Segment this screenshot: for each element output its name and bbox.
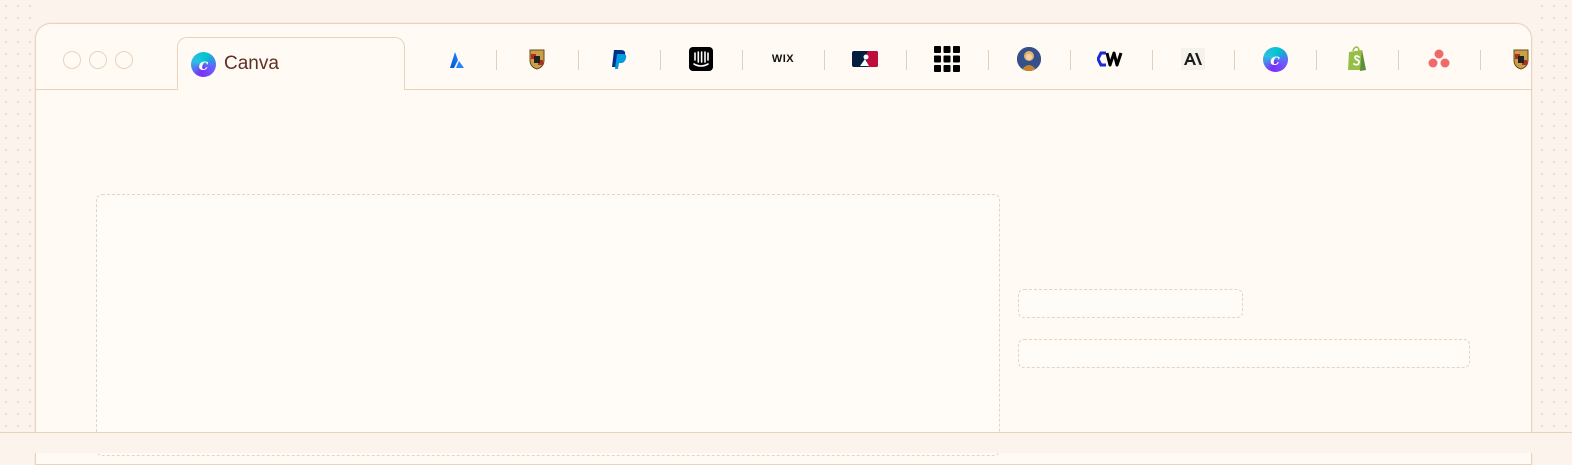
tab-asana[interactable] bbox=[1398, 44, 1480, 74]
browser-window: c Canva WIX c bbox=[35, 23, 1532, 465]
content-placeholder-panel bbox=[96, 194, 1000, 456]
pinned-tabs: WIX c bbox=[414, 44, 1531, 74]
bottom-strip bbox=[0, 432, 1572, 453]
grid-apps-icon bbox=[934, 46, 960, 72]
atlassian-icon bbox=[450, 52, 464, 68]
window-controls bbox=[63, 51, 133, 69]
paypal-icon bbox=[612, 50, 627, 69]
placeholder-field-short[interactable] bbox=[1018, 289, 1243, 318]
tab-porsche[interactable] bbox=[496, 44, 578, 74]
canva-icon: c bbox=[1262, 46, 1288, 72]
tab-mlb[interactable] bbox=[824, 44, 906, 74]
tab-grid-apps[interactable] bbox=[906, 44, 988, 74]
placeholder-field-long[interactable] bbox=[1018, 339, 1470, 368]
tab-atlassian[interactable] bbox=[414, 44, 496, 74]
maximize-window-button[interactable] bbox=[115, 51, 133, 69]
tab-bar: c Canva WIX c bbox=[36, 24, 1531, 90]
mlb-icon bbox=[852, 51, 878, 67]
tab-wix[interactable]: WIX bbox=[742, 44, 824, 74]
asana-icon bbox=[1428, 49, 1450, 68]
shopify-icon bbox=[1348, 46, 1366, 71]
tab-anthropic[interactable] bbox=[1152, 44, 1234, 74]
tab-shopify[interactable] bbox=[1316, 44, 1398, 74]
dotted-background-left bbox=[0, 0, 36, 452]
intercom-icon bbox=[689, 47, 713, 71]
tab-paypal[interactable] bbox=[578, 44, 660, 74]
portrait-avatar-icon bbox=[1017, 47, 1041, 71]
canva-icon: c bbox=[191, 51, 216, 77]
tab-label: Canva bbox=[224, 53, 279, 74]
tab-intercom[interactable] bbox=[660, 44, 742, 74]
wix-icon: WIX bbox=[771, 53, 795, 65]
tab-porsche-2[interactable] bbox=[1480, 44, 1531, 74]
porsche-icon bbox=[1513, 49, 1529, 70]
close-window-button[interactable] bbox=[63, 51, 81, 69]
porsche-icon bbox=[529, 49, 545, 70]
tab-canva[interactable]: c bbox=[1234, 44, 1316, 74]
anthropic-icon bbox=[1181, 48, 1205, 70]
dotted-background-right bbox=[1536, 0, 1572, 452]
coinweb-icon bbox=[1097, 51, 1123, 67]
tab-canva-active[interactable]: c Canva bbox=[177, 37, 405, 90]
tab-portrait[interactable] bbox=[988, 44, 1070, 74]
tab-coinweb[interactable] bbox=[1070, 44, 1152, 74]
minimize-window-button[interactable] bbox=[89, 51, 107, 69]
